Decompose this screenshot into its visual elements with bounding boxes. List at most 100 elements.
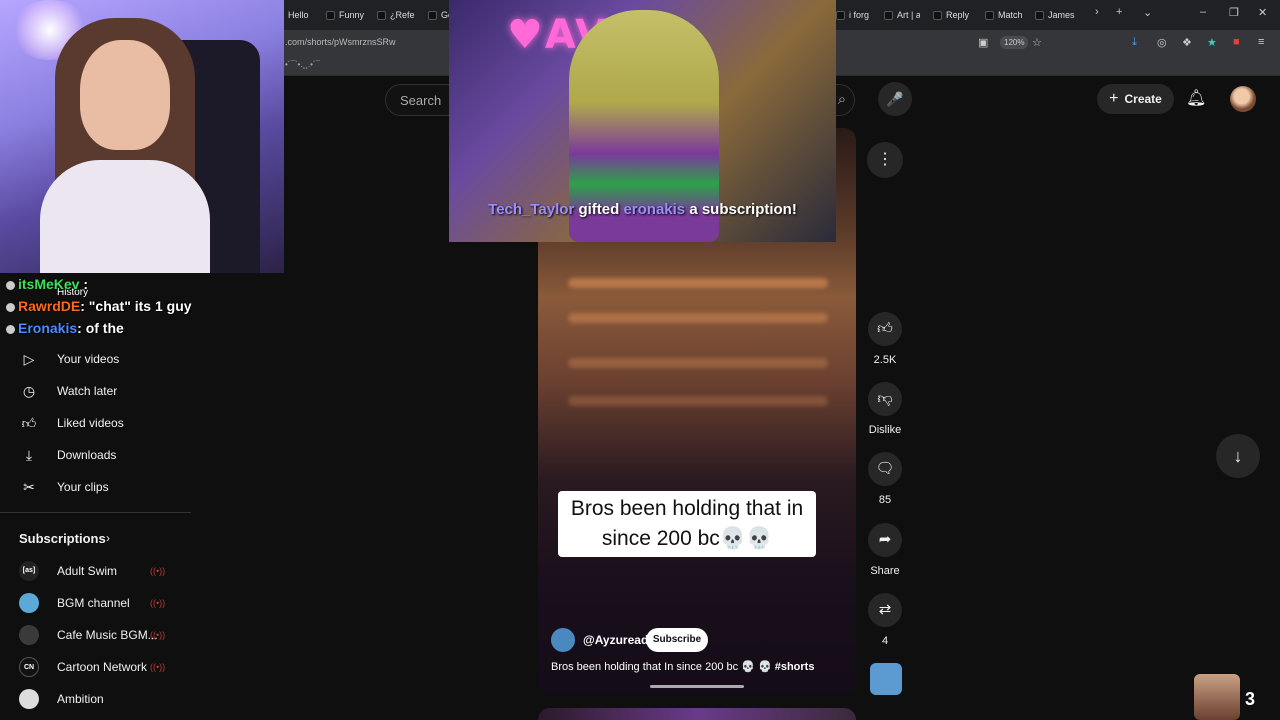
remix-count: 4: [881, 635, 889, 647]
streamer-webcam-overlay: [0, 0, 284, 273]
channel-name[interactable]: @Ayzuread: [583, 633, 648, 647]
bookmark-item[interactable]: •´¯`•.¸¸.•´¯: [285, 60, 320, 69]
sidebar-item-downloads[interactable]: ⤓ Downloads: [0, 441, 190, 469]
sidebar-item-watch-later[interactable]: ◷ Watch later: [0, 377, 190, 405]
subscription-alert-overlay: ♥AV Tech_Taylor gifted eronakis a subscr…: [449, 0, 836, 242]
remix-button[interactable]: ⇄: [868, 593, 902, 627]
next-short-preview[interactable]: [538, 708, 856, 720]
browser-tab[interactable]: Hello: [288, 6, 314, 24]
live-indicator-icon: ((•)): [150, 662, 166, 672]
tab-label: i forg: [849, 10, 870, 20]
streamer-face: [80, 40, 170, 150]
sound-channel-avatar[interactable]: [870, 663, 902, 695]
sidebar-item-your-clips[interactable]: ✂ Your clips: [0, 473, 190, 501]
sidebar-subscription-ambition[interactable]: Ambition: [0, 685, 190, 713]
minimize-icon[interactable]: –: [1200, 6, 1206, 18]
sidebar-item-label: Liked videos: [57, 416, 124, 430]
channel-avatar[interactable]: [551, 628, 575, 652]
url-text[interactable]: .com/shorts/pWsmrznsSRw: [285, 37, 396, 47]
share-arrow-icon: ➦: [878, 531, 892, 548]
browser-tab[interactable]: Match: [985, 6, 1023, 24]
browser-tab[interactable]: ¿Refe: [377, 6, 415, 24]
sidebar-item-label: Your clips: [57, 480, 109, 494]
extensions-icon[interactable]: ❖: [1182, 36, 1192, 49]
share-label: Share: [870, 565, 900, 577]
video-title[interactable]: Bros been holding that In since 200 bc 💀…: [551, 660, 814, 673]
remix-icon: ⇄: [878, 601, 892, 618]
clock-icon: ◷: [22, 383, 36, 399]
sidebar-item-your-videos[interactable]: ▷ Your videos: [0, 345, 190, 373]
restore-icon[interactable]: ❐: [1229, 6, 1239, 19]
hashtag-link[interactable]: #shorts: [775, 661, 815, 673]
download-icon[interactable]: ⤓: [1132, 36, 1137, 49]
tab-label: Reply: [946, 10, 970, 20]
sidebar-item-label: Downloads: [57, 448, 117, 462]
sidebar-item-liked-videos[interactable]: 👍︎ Liked videos: [0, 409, 190, 437]
account-avatar[interactable]: [1230, 86, 1256, 112]
notifications-bell-icon[interactable]: 🔔︎: [1186, 88, 1206, 108]
sidebar-subscription-adult-swim[interactable]: [as] Adult Swim ((•)): [0, 557, 190, 585]
like-count: 2.5K: [873, 354, 897, 366]
dislike-label: Dislike: [868, 424, 902, 436]
sidebar-item-label: Adult Swim: [57, 564, 118, 578]
tab-scroll-right-icon[interactable]: ›: [1095, 6, 1099, 18]
video-overlay-caption: Bros been holding that in since 200 bc💀💀: [558, 491, 816, 557]
tab-list-chevron-icon[interactable]: ⌄: [1143, 6, 1152, 19]
menu-icon[interactable]: ≡: [1258, 36, 1264, 48]
extension-icon[interactable]: ★: [1207, 36, 1217, 49]
tiktok-icon: [326, 10, 335, 20]
chat-text: :: [83, 276, 89, 292]
more-options-icon[interactable]: ⋮: [867, 142, 903, 178]
bookmark-star-icon[interactable]: ☆: [1032, 36, 1042, 49]
next-short-arrow-icon[interactable]: ↓: [1216, 434, 1260, 478]
create-button[interactable]: + Create: [1097, 84, 1174, 114]
alert-suffix: a subscription!: [689, 201, 797, 218]
browser-tab[interactable]: James: [1035, 6, 1075, 24]
live-indicator-icon: ((•)): [150, 630, 166, 640]
reader-mode-icon[interactable]: ▣: [978, 36, 988, 49]
browser-tab[interactable]: Funny: [326, 6, 364, 24]
browser-tab[interactable]: Reply: [933, 6, 971, 24]
tab-label: Hello: [288, 10, 309, 20]
new-tab-icon[interactable]: +: [1116, 6, 1122, 18]
sidebar-subscription-bgm-channel[interactable]: BGM channel ((•)): [0, 589, 190, 617]
video-frame-detail: [568, 396, 828, 406]
sidebar-item-label: Cafe Music BGM...: [57, 628, 157, 642]
chevron-right-icon[interactable]: ›: [106, 531, 110, 545]
comments-button[interactable]: 🗨︎: [868, 452, 902, 486]
dislike-button[interactable]: 👎︎: [868, 382, 902, 416]
viewer-count: 3: [1245, 689, 1256, 709]
sidebar-subscription-cartoon-network[interactable]: CN Cartoon Network ((•)): [0, 653, 190, 681]
browser-tab[interactable]: i forg: [836, 6, 870, 24]
video-frame-detail: [568, 358, 828, 368]
channel-avatar: [19, 625, 39, 645]
close-window-icon[interactable]: ✕: [1258, 6, 1267, 19]
browser-tab[interactable]: Art | a: [884, 6, 920, 24]
subscribe-button[interactable]: Subscribe: [646, 628, 708, 652]
browser-tab[interactable]: Ge: [428, 6, 450, 24]
tiktok-icon: [933, 10, 942, 20]
chat-message: itsMeKev :: [6, 276, 88, 292]
download-icon: ⤓: [25, 447, 33, 463]
thumbs-up-icon: 👍︎: [21, 415, 37, 431]
viewer-thumbnail: [1194, 674, 1240, 720]
like-button[interactable]: 👍︎: [868, 312, 902, 346]
subscriptions-heading[interactable]: Subscriptions: [19, 531, 106, 546]
scissors-icon: ✂: [23, 479, 35, 495]
screen: Hello Funny ¿Refe Ge i forg Art | a Repl…: [0, 0, 1280, 720]
tiktok-icon: [884, 10, 893, 20]
thumbs-up-icon: 👍︎: [877, 320, 893, 337]
video-progress-bar[interactable]: [650, 685, 744, 688]
live-indicator-icon: ((•)): [150, 566, 166, 576]
share-button[interactable]: ➦: [868, 523, 902, 557]
sidebar-subscription-cafe-music[interactable]: Cafe Music BGM... ((•)): [0, 621, 190, 649]
adblock-icon[interactable]: ■: [1233, 36, 1240, 48]
zoom-level[interactable]: 120%: [1000, 36, 1029, 49]
microphone-icon[interactable]: 🎤: [878, 82, 912, 116]
alert-gifter: Tech_Taylor: [488, 201, 575, 218]
account-icon[interactable]: ◎: [1157, 36, 1167, 49]
tiktok-icon: [1035, 10, 1044, 20]
streamer-shirt: [40, 160, 210, 273]
search-placeholder: Search: [400, 93, 442, 108]
tiktok-icon: [836, 10, 845, 20]
